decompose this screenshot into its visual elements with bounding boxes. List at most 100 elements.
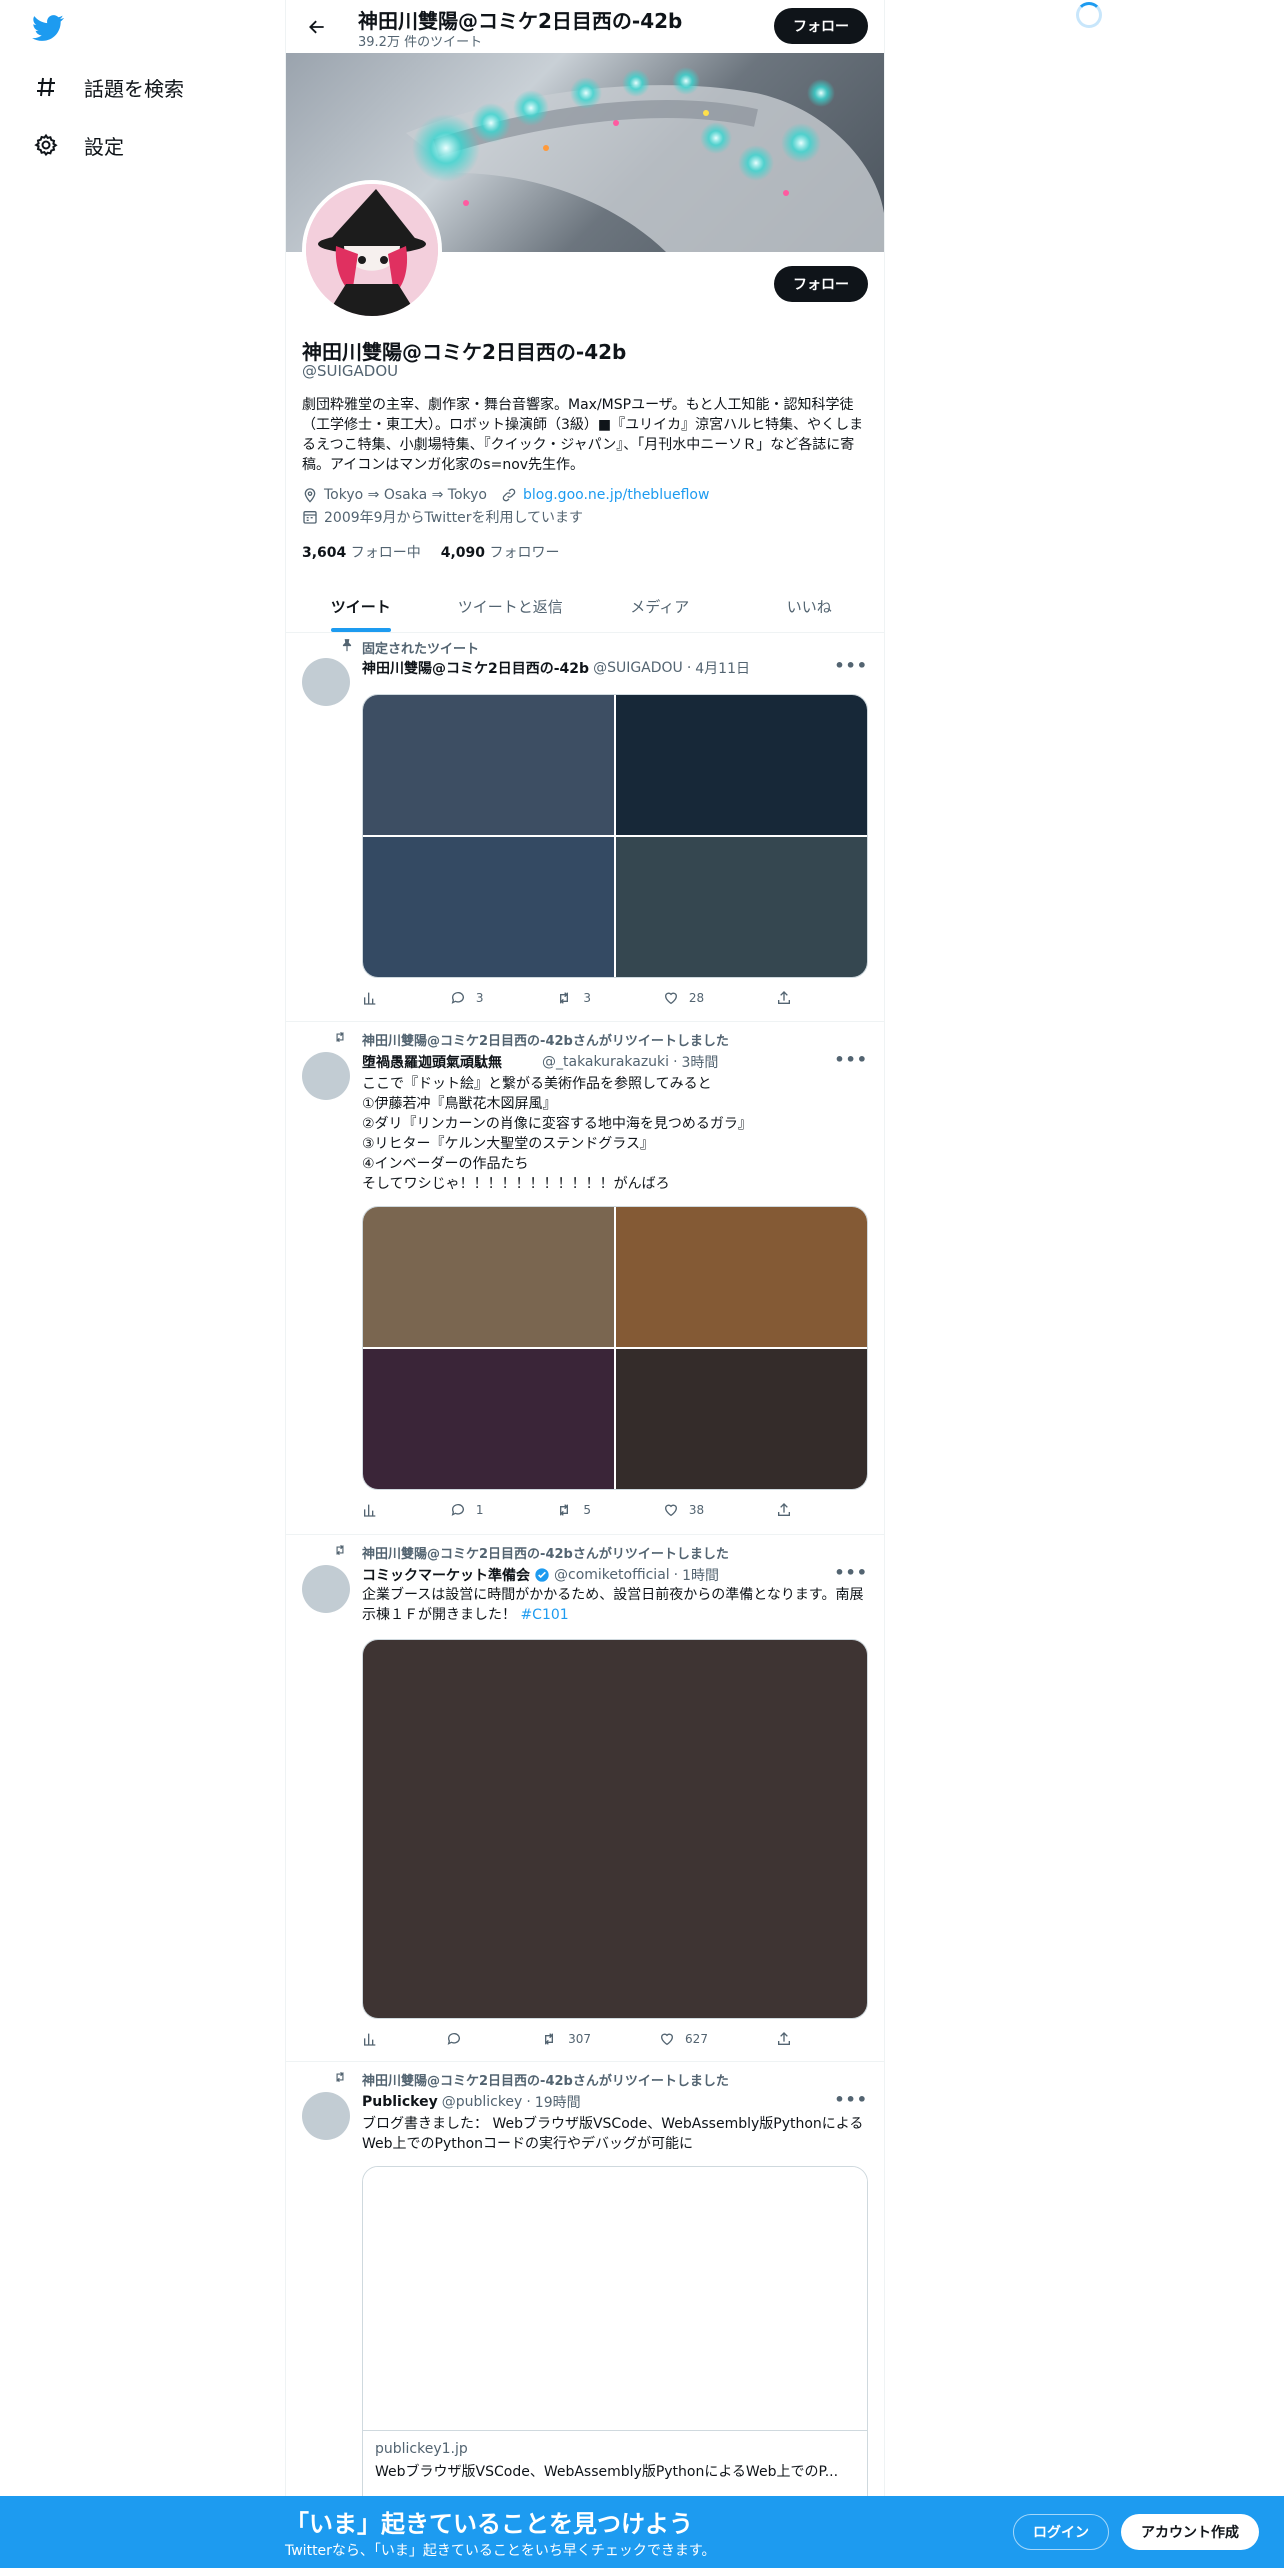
tweet-retweeted[interactable]: 神田川雙陽@コミケ2日目西の-42bさんがリツイートしました 堕禍愚羅迦頭氣頑駄… [286, 1022, 884, 1535]
media-image[interactable] [363, 1207, 614, 1347]
media-image[interactable] [616, 1207, 867, 1347]
analytics-icon [364, 992, 376, 1005]
reply-button[interactable] [446, 2031, 472, 2047]
reply-icon [451, 1504, 464, 1516]
share-button[interactable] [776, 1502, 792, 1518]
like-button[interactable]: 627 [659, 2031, 708, 2047]
loading-spinner-icon [1076, 2, 1102, 28]
like-button[interactable]: 38 [663, 1502, 704, 1518]
avatar-illustration [306, 184, 438, 316]
media-image[interactable] [616, 837, 867, 977]
tweet-media-image[interactable] [362, 1639, 868, 2019]
hashtag-link[interactable]: #C101 [520, 1607, 568, 1623]
retweet-button[interactable]: 5 [555, 1502, 591, 1518]
media-image[interactable] [616, 695, 867, 835]
tweet-context: 神田川雙陽@コミケ2日目西の-42bさんがリツイートしました [336, 1543, 729, 1562]
retweet-button[interactable]: 307 [540, 2031, 591, 2047]
tweet-context: 固定されたツイート [342, 638, 479, 657]
tweet-pinned[interactable]: 固定されたツイート 神田川雙陽@コミケ2日目西の-42b @SUIGADOU ·… [286, 634, 884, 1022]
profile-joined-date: 2009年9月からTwitterを利用しています [324, 510, 584, 526]
analytics-button[interactable] [362, 990, 378, 1006]
twitter-bird-icon[interactable] [32, 12, 64, 44]
more-options-icon[interactable]: ••• [834, 1050, 868, 1069]
profile-tabs: ツイート ツイートと返信 メディア いいね [286, 580, 884, 633]
back-arrow-icon[interactable] [302, 12, 332, 42]
share-icon [778, 1503, 790, 1516]
retweet-icon [332, 2070, 348, 2084]
more-options-icon[interactable]: ••• [834, 656, 868, 675]
analytics-button[interactable] [362, 1502, 378, 1518]
tweet-actions: 1 5 38 [362, 1502, 792, 1518]
tweet-retweeted[interactable]: 神田川雙陽@コミケ2日目西の-42bさんがリツイートしました Publickey… [286, 2062, 884, 2568]
retweet-button[interactable]: 3 [555, 990, 591, 1006]
media-image[interactable] [616, 1349, 867, 1489]
heart-icon [664, 1504, 677, 1517]
media-image[interactable] [363, 837, 614, 977]
tweet-avatar[interactable] [302, 1052, 350, 1100]
share-icon [778, 991, 790, 1004]
tweet-header: コミックマーケット準備会 @comiketofficial · 1時間 [362, 1565, 720, 1585]
profile-handle: @SUIGADOU [302, 362, 399, 380]
sidebar-item-explore[interactable]: 話題を検索 [32, 67, 184, 107]
gear-icon [32, 131, 60, 159]
follow-stats: 3,604 フォロー中 4,090 フォロワー [302, 542, 560, 562]
tweet-author-name[interactable]: Publickey [362, 2094, 438, 2110]
share-button[interactable] [776, 2031, 792, 2047]
tweet-media-grid[interactable] [362, 1206, 868, 1490]
tweet-author-name[interactable]: 堕禍愚羅迦頭氣頑駄無 [362, 1052, 502, 1072]
profile-header-bar: 神田川雙陽@コミケ2日目西の-42b 39.2万 件のツイート フォロー [286, 0, 884, 53]
following-link[interactable]: 3,604 フォロー中 [302, 542, 421, 562]
sidebar-item-label: 設定 [84, 134, 124, 159]
login-button[interactable]: ログイン [1013, 2514, 1109, 2550]
analytics-icon [364, 2033, 376, 2046]
header-profile-name: 神田川雙陽@コミケ2日目西の-42b [358, 9, 683, 33]
reply-button[interactable]: 1 [450, 1502, 484, 1518]
profile-avatar[interactable] [302, 180, 442, 320]
tweet-header: 堕禍愚羅迦頭氣頑駄無 @_takakurakazuki · 3時間 [362, 1052, 719, 1072]
tweet-author-handle[interactable]: @comiketofficial [554, 1567, 670, 1583]
header-follow-button[interactable]: フォロー [774, 8, 868, 44]
tweet-author-name[interactable]: 神田川雙陽@コミケ2日目西の-42b [362, 658, 589, 678]
tweet-avatar[interactable] [302, 658, 350, 706]
tab-tweets[interactable]: ツイート [286, 580, 436, 632]
tweet-time[interactable]: 1時間 [682, 1565, 719, 1585]
profile-website-link[interactable]: blog.goo.ne.jp/theblueflow [523, 487, 709, 503]
more-options-icon[interactable]: ••• [834, 1563, 868, 1582]
profile-follow-button[interactable]: フォロー [774, 266, 868, 302]
followers-link[interactable]: 4,090 フォロワー [441, 542, 560, 562]
tab-media[interactable]: メディア [585, 580, 735, 632]
tweet-author-handle[interactable]: @SUIGADOU [593, 660, 683, 676]
calendar-icon [302, 509, 318, 525]
tweet-time[interactable]: 19時間 [535, 2092, 581, 2112]
reply-icon [447, 2033, 461, 2045]
more-options-icon[interactable]: ••• [834, 2090, 868, 2109]
share-button[interactable] [776, 990, 792, 1006]
tweet-author-name[interactable]: コミックマーケット準備会 [362, 1565, 530, 1585]
tweet-retweeted[interactable]: 神田川雙陽@コミケ2日目西の-42bさんがリツイートしました コミックマーケット… [286, 1535, 884, 2062]
like-button[interactable]: 28 [663, 990, 704, 1006]
tweet-actions: 3 3 28 [362, 990, 792, 1006]
retweet-icon [560, 1504, 569, 1516]
left-sidebar: 話題を検索 設定 [0, 0, 285, 2568]
tweet-time[interactable]: 4月11日 [695, 658, 750, 678]
link-icon [501, 487, 517, 503]
tweet-media-grid[interactable] [362, 694, 868, 978]
share-icon [778, 2032, 790, 2045]
tweet-avatar[interactable] [302, 1565, 350, 1613]
tweet-author-handle[interactable]: @publickey [442, 2094, 523, 2110]
media-image[interactable] [363, 1349, 614, 1489]
reply-icon [451, 992, 464, 1004]
media-image[interactable] [363, 695, 614, 835]
tab-tweets-and-replies[interactable]: ツイートと返信 [436, 580, 586, 632]
sidebar-item-settings[interactable]: 設定 [32, 125, 124, 165]
tweet-text: ブログ書きました： Webブラウザ版VSCode、WebAssembly版Pyt… [362, 2116, 864, 2152]
tweet-author-handle[interactable]: @_takakurakazuki [542, 1054, 669, 1070]
tweet-avatar[interactable] [302, 2092, 350, 2140]
analytics-button[interactable] [362, 2031, 378, 2047]
analytics-icon [364, 1504, 376, 1517]
media-image[interactable] [363, 1640, 867, 2018]
signup-button[interactable]: アカウント作成 [1121, 2514, 1259, 2550]
tweet-time[interactable]: 3時間 [682, 1052, 719, 1072]
tab-likes[interactable]: いいね [735, 580, 885, 632]
reply-button[interactable]: 3 [450, 990, 484, 1006]
